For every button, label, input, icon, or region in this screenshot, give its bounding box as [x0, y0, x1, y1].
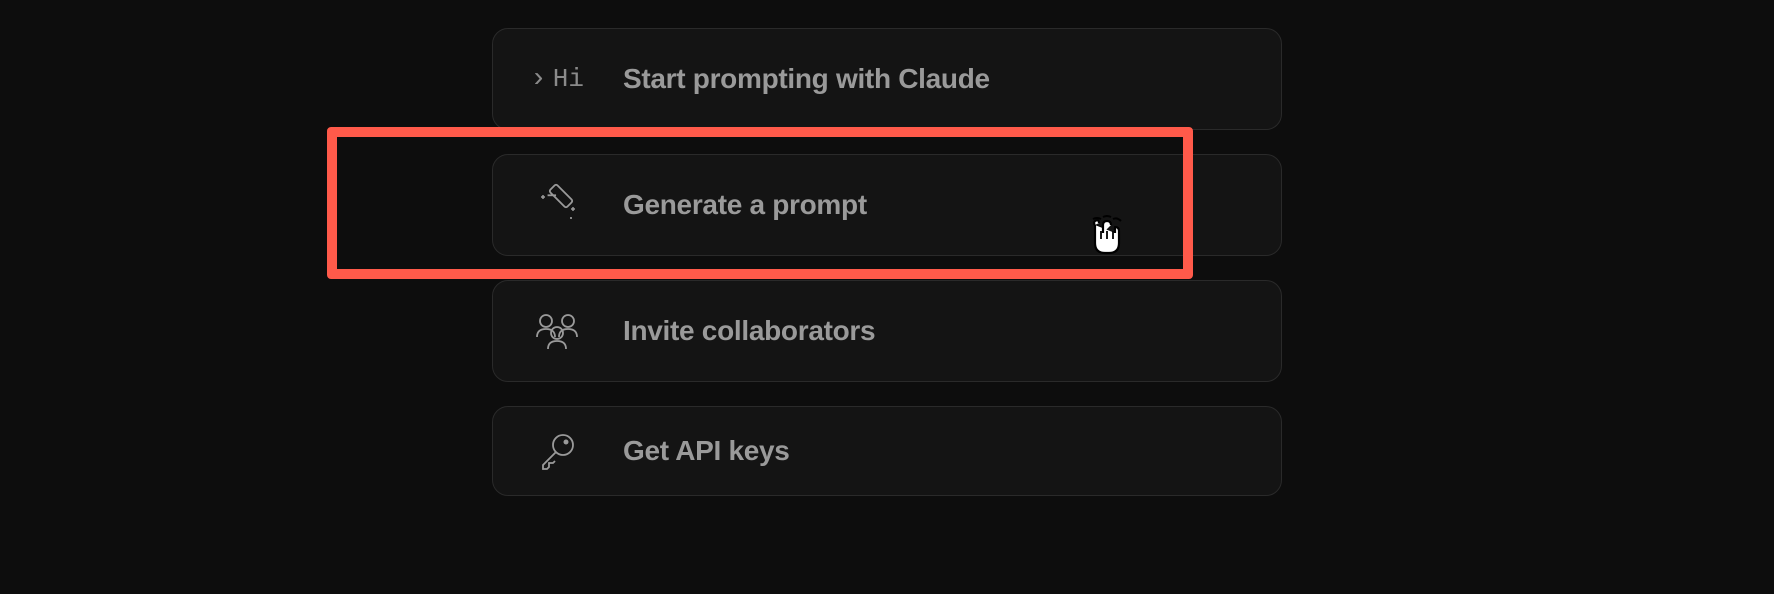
option-start-prompting[interactable]: ›Hi Start prompting with Claude — [492, 28, 1282, 130]
magic-wand-icon — [529, 177, 585, 233]
hi-text: Hi — [553, 64, 584, 94]
prompt-prefix-icon: ›Hi — [529, 51, 585, 107]
option-label: Invite collaborators — [623, 315, 875, 347]
option-generate-prompt[interactable]: Generate a prompt — [492, 154, 1282, 256]
option-invite-collaborators[interactable]: Invite collaborators — [492, 280, 1282, 382]
option-get-api-keys[interactable]: Get API keys — [492, 406, 1282, 496]
option-label: Start prompting with Claude — [623, 63, 990, 95]
option-label: Generate a prompt — [623, 189, 867, 221]
key-icon — [529, 423, 585, 479]
option-label: Get API keys — [623, 435, 790, 467]
people-icon — [529, 303, 585, 359]
